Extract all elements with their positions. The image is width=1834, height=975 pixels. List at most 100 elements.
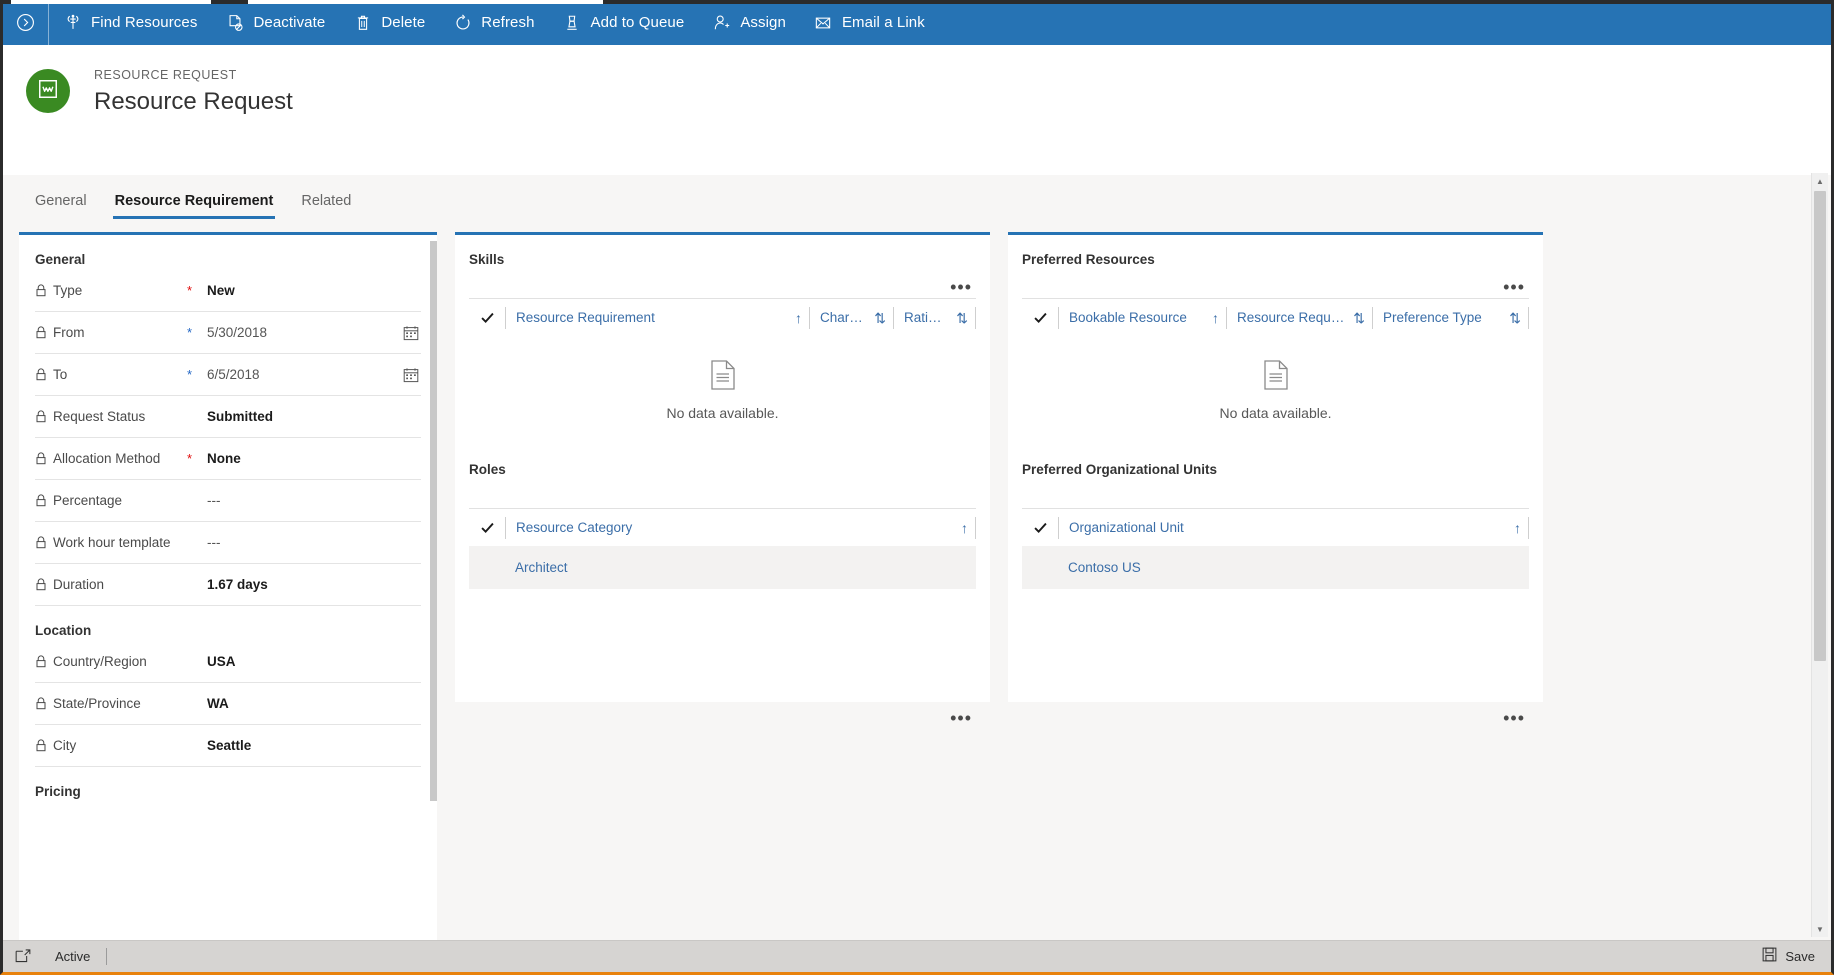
open-in-new-window-icon[interactable] <box>3 949 43 964</box>
column-divider <box>1528 516 1529 539</box>
field-type[interactable]: Type * New <box>35 270 421 312</box>
command-delete[interactable]: Delete <box>339 0 439 45</box>
lock-icon <box>35 697 47 710</box>
document-empty-icon <box>710 360 736 395</box>
field-country-region-value: USA <box>207 654 236 669</box>
preferred-org-units-select-all-checkbox[interactable] <box>1022 520 1058 535</box>
field-type-label: Type <box>53 283 83 298</box>
field-request-status[interactable]: Request Status Submitted <box>35 396 421 438</box>
field-state-province[interactable]: State/Province WA <box>35 683 421 725</box>
sort-ascending-icon[interactable]: ↑ <box>1212 311 1219 325</box>
command-refresh[interactable]: Refresh <box>439 0 548 45</box>
field-from[interactable]: From * 5/30/2018 <box>35 312 421 354</box>
field-country-region-label-wrap: Country/Region <box>35 654 187 669</box>
required-indicator: * <box>187 450 193 466</box>
command-email-a-link[interactable]: Email a Link <box>800 0 939 45</box>
scroll-up-arrow-icon[interactable]: ▲ <box>1812 173 1828 189</box>
preferred-resources-column-bookable-resource-label: Bookable Resource <box>1069 310 1187 325</box>
sort-ascending-icon[interactable]: ↑ <box>961 521 968 535</box>
command-bar-overflow-button[interactable] <box>3 0 48 45</box>
field-work-hour-template[interactable]: Work hour template --- <box>35 522 421 564</box>
page-scrollbar[interactable]: ▲ ▼ <box>1811 173 1828 937</box>
skills-column-resource-requirement[interactable]: Resource Requirement ↑ <box>505 306 809 329</box>
roles-column-resource-category-label: Resource Category <box>516 520 633 535</box>
browser-tab-chip <box>11 0 211 4</box>
command-assign[interactable]: Assign <box>698 0 800 45</box>
field-request-status-label: Request Status <box>53 409 146 424</box>
roles-column-resource-category[interactable]: Resource Category ↑ <box>505 516 975 539</box>
command-find-resources[interactable]: Find Resources <box>49 0 211 45</box>
left-card-scroll-thumb[interactable] <box>430 241 437 801</box>
field-duration-value: 1.67 days <box>207 577 268 592</box>
lock-icon <box>35 536 47 549</box>
field-request-status-value: Submitted <box>207 409 273 424</box>
preferred-org-units-column-organizational-unit[interactable]: Organizational Unit ↑ <box>1058 516 1528 539</box>
sort-toggle-icon[interactable]: ⇅ <box>1509 311 1521 325</box>
table-row[interactable]: Architect <box>469 546 976 589</box>
command-deactivate[interactable]: Deactivate <box>211 0 339 45</box>
preferred-org-units-subgrid: Preferred Organizational Units ••• Organ… <box>1008 445 1543 727</box>
table-row[interactable]: Contoso US <box>1022 546 1529 589</box>
save-button-label[interactable]: Save <box>1785 949 1815 964</box>
sort-ascending-icon[interactable]: ↑ <box>1514 521 1521 535</box>
field-city[interactable]: City Seattle <box>35 725 421 767</box>
preferred-resources-column-bookable-resource[interactable]: Bookable Resource ↑ <box>1058 306 1226 329</box>
field-to[interactable]: To * 6/5/2018 <box>35 354 421 396</box>
preferred-org-units-more-commands-button[interactable]: ••• <box>1503 709 1525 727</box>
field-request-status-label-wrap: Request Status <box>35 409 187 424</box>
lock-icon <box>35 578 47 591</box>
lock-icon <box>35 326 47 339</box>
save-icon <box>1762 947 1777 967</box>
field-from-label: From <box>53 325 85 340</box>
preferred-resources-select-all-checkbox[interactable] <box>1022 310 1058 325</box>
field-duration[interactable]: Duration 1.67 days <box>35 564 421 606</box>
field-city-label: City <box>53 738 77 753</box>
footer-save-area[interactable]: Save <box>1762 947 1831 967</box>
field-percentage[interactable]: Percentage --- <box>35 480 421 522</box>
preferred-resources-grid-header: Bookable Resource ↑ Resource Require… ⇅ … <box>1022 298 1529 336</box>
skills-column-characteristic-label: Charac… <box>820 310 866 325</box>
lock-icon <box>35 410 47 423</box>
resource-request-entity-icon <box>37 78 59 105</box>
command-add-to-queue[interactable]: Add to Queue <box>549 0 699 45</box>
preferred-resources-more-commands-button[interactable]: ••• <box>1503 278 1525 296</box>
sort-toggle-icon[interactable]: ⇅ <box>874 311 886 325</box>
scroll-down-arrow-icon[interactable]: ▼ <box>1812 921 1828 937</box>
skills-select-all-checkbox[interactable] <box>469 310 505 325</box>
roles-cell-resource-category[interactable]: Architect <box>469 560 568 575</box>
browser-top-strip <box>3 0 1831 4</box>
calendar-icon[interactable] <box>403 367 419 383</box>
document-empty-icon <box>1263 360 1289 395</box>
field-state-province-value: WA <box>207 696 229 711</box>
skills-more-commands-button[interactable]: ••• <box>950 278 972 296</box>
preferred-org-units-cell-organizational-unit[interactable]: Contoso US <box>1022 560 1141 575</box>
column-divider <box>1528 306 1529 329</box>
field-country-region[interactable]: Country/Region USA <box>35 641 421 683</box>
command-email-a-link-label: Email a Link <box>841 14 925 31</box>
sort-ascending-icon[interactable]: ↑ <box>795 311 802 325</box>
sort-toggle-icon[interactable]: ⇅ <box>1353 311 1365 325</box>
page-scroll-thumb[interactable] <box>1814 191 1826 661</box>
preferred-resources-column-preference-type[interactable]: Preference Type ⇅ <box>1372 306 1528 329</box>
field-allocation-method-label-wrap: Allocation Method <box>35 451 187 466</box>
calendar-icon[interactable] <box>403 325 419 341</box>
tab-general[interactable]: General <box>21 193 101 219</box>
skills-column-rating[interactable]: Rating … ⇅ <box>893 306 975 329</box>
skills-column-characteristic[interactable]: Charac… ⇅ <box>809 306 893 329</box>
tab-resource-requirement[interactable]: Resource Requirement <box>101 193 288 219</box>
required-indicator: * <box>187 366 193 382</box>
preferred-org-units-column-organizational-unit-label: Organizational Unit <box>1069 520 1184 535</box>
roles-select-all-checkbox[interactable] <box>469 520 505 535</box>
sort-toggle-icon[interactable]: ⇅ <box>956 311 968 325</box>
command-refresh-label: Refresh <box>481 14 535 31</box>
record-header-texts: RESOURCE REQUEST Resource Request <box>94 67 293 117</box>
email-link-icon <box>814 13 833 32</box>
field-allocation-method[interactable]: Allocation Method * None <box>35 438 421 480</box>
left-card-scrollbar[interactable] <box>430 235 437 956</box>
chevron-circle-icon <box>16 13 35 32</box>
tab-related[interactable]: Related <box>287 193 365 219</box>
roles-more-commands-button[interactable]: ••• <box>950 709 972 727</box>
preferred-resources-empty-text: No data available. <box>1219 405 1332 421</box>
preferred-resources-column-resource-requirement[interactable]: Resource Require… ⇅ <box>1226 306 1372 329</box>
preferred-org-units-grid-header: Organizational Unit ↑ <box>1022 508 1529 546</box>
